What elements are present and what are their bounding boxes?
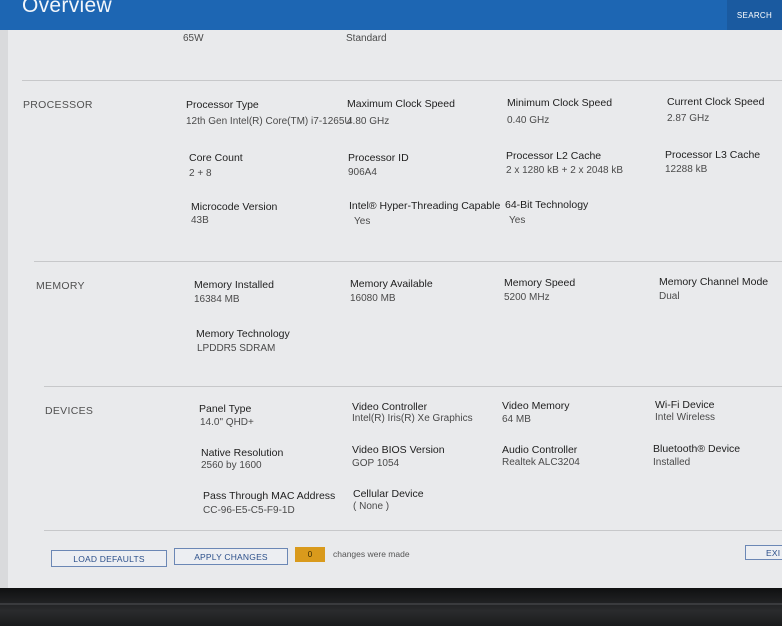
mac-address-label: Pass Through MAC Address (203, 490, 336, 502)
video-bios-value: GOP 1054 (352, 458, 400, 469)
memory-technology-label: Memory Technology (196, 328, 290, 340)
audio-controller-value: Realtek ALC3204 (502, 457, 580, 468)
native-resolution-value: 2560 by 1600 (201, 460, 262, 471)
cellular-device-value: ( None ) (353, 501, 390, 512)
l2-cache-label: Processor L2 Cache (506, 150, 602, 162)
panel-type-value: 14.0" QHD+ (200, 417, 254, 428)
core-count-value: 2 + 8 (189, 168, 212, 179)
divider (34, 261, 782, 262)
native-resolution-label: Native Resolution (201, 447, 284, 459)
min-clock-value: 0.40 GHz (507, 115, 550, 126)
max-clock-value: 4.80 GHz (347, 116, 390, 127)
memory-channel-value: Dual (659, 291, 680, 302)
divider (44, 386, 782, 387)
bluetooth-device-value: Installed (653, 457, 691, 468)
changes-count-badge: 0 (295, 547, 325, 562)
bluetooth-device-label: Bluetooth® Device (653, 443, 741, 455)
bezel-edge (0, 603, 782, 605)
panel-type-label: Panel Type (199, 403, 252, 415)
memory-speed-value: 5200 MHz (504, 292, 550, 303)
memory-installed-value: 16384 MB (194, 294, 240, 305)
left-edge (0, 30, 8, 588)
l2-cache-value: 2 x 1280 kB + 2 x 2048 kB (506, 165, 624, 176)
min-clock-label: Minimum Clock Speed (507, 97, 613, 109)
processor-id-label: Processor ID (348, 152, 409, 164)
section-memory: MEMORY (36, 280, 85, 292)
video-controller-label: Video Controller (352, 401, 428, 413)
wifi-device-value: Intel Wireless (655, 412, 716, 423)
microcode-label: Microcode Version (191, 201, 278, 213)
video-controller-value: Intel(R) Iris(R) Xe Graphics (352, 413, 473, 424)
l3-cache-value: 12288 kB (665, 164, 708, 175)
apply-changes-button[interactable]: APPLY CHANGES (174, 548, 288, 565)
processor-type-label: Processor Type (186, 99, 259, 111)
audio-controller-label: Audio Controller (502, 444, 578, 456)
header-bar: Overview SEARCH (0, 0, 782, 30)
section-processor: PROCESSOR (23, 99, 93, 111)
memory-available-value: 16080 MB (350, 293, 396, 304)
current-clock-value: 2.87 GHz (667, 113, 710, 124)
mac-address-value: CC-96-E5-C5-F9-1D (203, 505, 295, 516)
memory-installed-label: Memory Installed (194, 279, 274, 291)
64bit-label: 64-Bit Technology (505, 199, 589, 211)
search-button[interactable]: SEARCH (727, 0, 782, 30)
memory-available-label: Memory Available (350, 278, 433, 290)
memory-channel-label: Memory Channel Mode (659, 276, 769, 288)
memory-speed-label: Memory Speed (504, 277, 576, 289)
video-memory-value: 64 MB (502, 414, 531, 425)
video-memory-label: Video Memory (502, 400, 570, 412)
bios-screen: Overview SEARCH 65W Standard PROCESSOR P… (0, 0, 782, 588)
processor-type-value: 12th Gen Intel(R) Core(TM) i7-1265U (186, 116, 352, 127)
video-bios-label: Video BIOS Version (352, 444, 445, 456)
page-title: Overview (22, 0, 112, 17)
exit-button[interactable]: EXI (745, 545, 782, 560)
current-clock-label: Current Clock Speed (667, 96, 765, 108)
max-clock-label: Maximum Clock Speed (347, 98, 455, 110)
standard-value: Standard (346, 33, 387, 44)
hyperthreading-label: Intel® Hyper-Threading Capable (349, 200, 501, 212)
processor-id-value: 906A4 (348, 167, 377, 178)
changes-text: changes were made (333, 549, 410, 559)
memory-technology-value: LPDDR5 SDRAM (197, 343, 276, 354)
divider (22, 80, 782, 81)
hyperthreading-value: Yes (354, 216, 371, 227)
power-adapter-value: 65W (183, 33, 204, 44)
microcode-value: 43B (191, 215, 209, 226)
l3-cache-label: Processor L3 Cache (665, 149, 761, 161)
section-devices: DEVICES (45, 405, 94, 417)
monitor-bezel (0, 588, 782, 626)
core-count-label: Core Count (189, 152, 243, 164)
wifi-device-label: Wi-Fi Device (655, 399, 715, 411)
divider (44, 530, 782, 531)
64bit-value: Yes (509, 215, 526, 226)
cellular-device-label: Cellular Device (353, 488, 424, 500)
load-defaults-button[interactable]: LOAD DEFAULTS (51, 550, 167, 567)
